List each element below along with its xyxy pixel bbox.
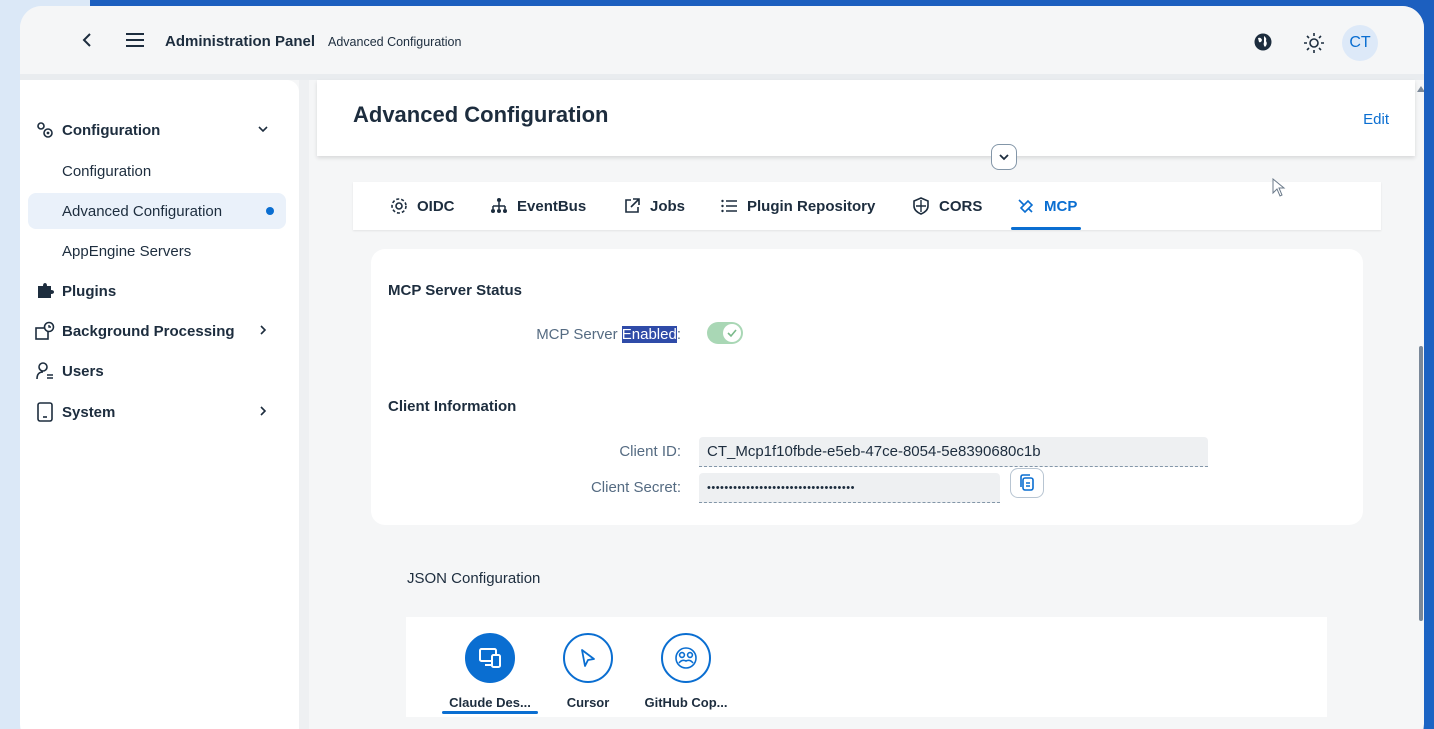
client-option-label: Claude Des... bbox=[449, 695, 531, 710]
sidebar: Configuration Configuration Advanced Con… bbox=[20, 80, 299, 729]
client-id-field[interactable]: CT_Mcp1f10fbde-e5eb-47ce-8054-5e8390680c… bbox=[699, 437, 1208, 467]
users-icon bbox=[34, 360, 56, 382]
copy-icon bbox=[1020, 474, 1034, 491]
shell-bar: Administration Panel Advanced Configurat… bbox=[20, 6, 1424, 74]
hamburger-menu-icon[interactable] bbox=[124, 30, 146, 50]
chevron-down-icon bbox=[256, 122, 270, 136]
puzzle-icon bbox=[34, 280, 56, 302]
external-link-icon bbox=[622, 196, 642, 216]
app-subtitle: Advanced Configuration bbox=[328, 35, 462, 49]
label-text: MCP Server bbox=[536, 326, 622, 343]
label-highlight: Enabled bbox=[621, 326, 677, 343]
mcp-settings-card: MCP Server Status MCP Server Enabled: Cl… bbox=[371, 249, 1363, 525]
server-status-title: MCP Server Status bbox=[388, 282, 522, 299]
sidebar-item-label: Configuration bbox=[62, 121, 161, 139]
chevron-right-icon bbox=[256, 323, 270, 337]
tab-label: CORS bbox=[939, 197, 983, 215]
sidebar-resizer[interactable] bbox=[299, 80, 309, 729]
client-id-label: Client ID: bbox=[619, 443, 681, 460]
sidebar-item-configuration[interactable]: Configuration bbox=[28, 153, 286, 189]
background-process-icon bbox=[34, 320, 56, 342]
tab-oidc[interactable]: OIDC bbox=[389, 182, 455, 230]
client-option-cursor[interactable]: Cursor bbox=[538, 633, 638, 710]
globe-icon[interactable] bbox=[1253, 32, 1273, 52]
client-option-label: Cursor bbox=[566, 695, 610, 710]
client-option-claude-desktop[interactable]: Claude Des... bbox=[440, 633, 540, 710]
client-selector: Claude Des... Cursor GitHub Cop... bbox=[406, 617, 1327, 717]
back-icon[interactable] bbox=[78, 30, 98, 50]
gear-icon bbox=[389, 196, 409, 216]
sidebar-item-advanced-configuration[interactable]: Advanced Configuration bbox=[28, 193, 286, 229]
gears-icon bbox=[34, 119, 56, 141]
sidebar-item-label: Users bbox=[62, 362, 104, 380]
list-icon bbox=[719, 196, 739, 216]
sidebar-item-appengine-servers[interactable]: AppEngine Servers bbox=[28, 233, 286, 269]
system-icon bbox=[34, 401, 56, 423]
check-icon bbox=[723, 324, 741, 342]
copy-secret-button[interactable] bbox=[1010, 468, 1044, 498]
tab-jobs[interactable]: Jobs bbox=[622, 182, 685, 230]
hierarchy-icon bbox=[489, 196, 509, 216]
sidebar-item-label: Background Processing bbox=[62, 322, 235, 340]
sidebar-item-plugins[interactable]: Plugins bbox=[28, 273, 286, 309]
client-secret-field[interactable]: •••••••••••••••••••••••••••••••••• bbox=[699, 473, 1000, 503]
tab-bar: OIDC EventBus Jobs Plugin Repository COR… bbox=[353, 182, 1381, 230]
active-client-indicator bbox=[442, 711, 538, 714]
avatar[interactable]: CT bbox=[1342, 25, 1378, 61]
selected-indicator bbox=[266, 207, 274, 215]
group-icon bbox=[661, 633, 711, 683]
server-enabled-label: MCP Server Enabled: bbox=[491, 326, 681, 343]
client-secret-label: Client Secret: bbox=[590, 479, 681, 496]
sidebar-item-users[interactable]: Users bbox=[28, 353, 286, 389]
tab-label: OIDC bbox=[417, 197, 455, 215]
page-header: Advanced Configuration Edit bbox=[317, 80, 1415, 156]
tab-eventbus[interactable]: EventBus bbox=[489, 182, 586, 230]
chevron-right-icon bbox=[256, 404, 270, 418]
sidebar-item-system[interactable]: System bbox=[28, 394, 286, 430]
client-info-title: Client Information bbox=[388, 398, 517, 415]
scroll-up-arrow-icon[interactable] bbox=[1417, 86, 1424, 92]
tab-label: Jobs bbox=[650, 197, 686, 215]
desktop-icon bbox=[465, 633, 515, 683]
tab-cors[interactable]: CORS bbox=[911, 182, 982, 230]
page-title: Advanced Configuration bbox=[353, 102, 609, 127]
tab-label: EventBus bbox=[517, 197, 587, 215]
app-title: Administration Panel bbox=[165, 33, 316, 50]
label-colon: : bbox=[676, 326, 681, 343]
sidebar-item-label: AppEngine Servers bbox=[62, 242, 192, 260]
tab-mcp[interactable]: MCP bbox=[1016, 182, 1077, 230]
shield-icon bbox=[911, 196, 931, 216]
tab-label: MCP bbox=[1044, 197, 1078, 215]
theme-sun-icon[interactable] bbox=[1303, 32, 1325, 54]
sidebar-item-label: Plugins bbox=[62, 282, 117, 300]
mouse-pointer-icon bbox=[1272, 177, 1286, 198]
sidebar-item-background-processing[interactable]: Background Processing bbox=[28, 313, 286, 349]
client-option-github-copilot[interactable]: GitHub Cop... bbox=[636, 633, 736, 710]
tab-label: Plugin Repository bbox=[747, 197, 876, 215]
edit-button[interactable]: Edit bbox=[1363, 111, 1389, 128]
sidebar-item-label: System bbox=[62, 403, 116, 421]
app-window: Administration Panel Advanced Configurat… bbox=[20, 6, 1424, 729]
sidebar-item-configuration-group[interactable]: Configuration bbox=[28, 112, 286, 148]
tab-plugin-repository[interactable]: Plugin Repository bbox=[719, 182, 875, 230]
active-tab-indicator bbox=[1011, 227, 1081, 230]
client-option-label: GitHub Cop... bbox=[644, 695, 728, 710]
sidebar-item-label: Configuration bbox=[62, 162, 152, 180]
cursor-icon bbox=[563, 633, 613, 683]
chevron-down-icon bbox=[999, 154, 1009, 161]
json-config-label: JSON Configuration bbox=[407, 570, 541, 587]
server-enabled-switch[interactable] bbox=[707, 322, 743, 344]
collapse-header-button[interactable] bbox=[991, 144, 1017, 170]
connector-icon bbox=[1016, 196, 1036, 216]
vertical-scrollbar[interactable] bbox=[1419, 346, 1423, 621]
sidebar-item-label: Advanced Configuration bbox=[62, 202, 223, 220]
